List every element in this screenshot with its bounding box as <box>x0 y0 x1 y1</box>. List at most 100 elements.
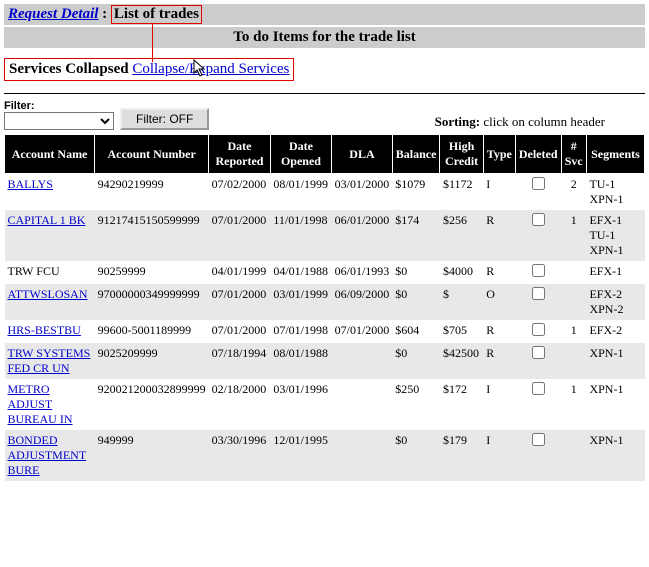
account-name-cell: TRW FCU <box>5 261 95 284</box>
date-reported-cell: 07/02/2000 <box>209 174 271 211</box>
account-name-cell: ATTWSLOSAN <box>5 284 95 320</box>
services-toggle-link[interactable]: Collapse/Expand Services <box>132 61 289 77</box>
filter-label: Filter: <box>4 100 114 112</box>
services-status-label: Services Collapsed <box>9 61 129 77</box>
svc-count-cell <box>561 261 586 284</box>
column-header[interactable]: Type <box>483 135 515 174</box>
deleted-checkbox[interactable] <box>532 346 545 359</box>
column-header[interactable]: Account Number <box>95 135 209 174</box>
segments-cell: TU-1 XPN-1 <box>586 174 644 211</box>
deleted-cell <box>515 284 561 320</box>
breadcrumb-sep: : <box>98 6 111 22</box>
account-name-cell: BONDED ADJUSTMENT BURE <box>5 430 95 481</box>
table-row: HRS-BESTBU99600-500118999907/01/200007/0… <box>5 320 645 343</box>
balance-cell: $250 <box>392 379 440 430</box>
account-link[interactable]: BONDED ADJUSTMENT BURE <box>8 433 87 477</box>
dla-cell: 06/01/1993 <box>332 261 393 284</box>
account-name-cell: TRW SYSTEMS FED CR UN <box>5 343 95 379</box>
table-row: METRO ADJUST BUREAU IN920021200032899999… <box>5 379 645 430</box>
account-link[interactable]: METRO ADJUST BUREAU IN <box>8 382 73 426</box>
sorting-hint: Sorting: click on column header <box>435 114 645 130</box>
table-row: BONDED ADJUSTMENT BURE94999903/30/199612… <box>5 430 645 481</box>
column-header[interactable]: High Credit <box>440 135 483 174</box>
dla-cell: 03/01/2000 <box>332 174 393 211</box>
segments-cell: XPN-1 <box>586 430 644 481</box>
account-number-cell: 9025209999 <box>95 343 209 379</box>
high-credit-cell: $256 <box>440 210 483 261</box>
request-detail-link[interactable]: Request Detail <box>8 6 98 22</box>
high-credit-cell: $ <box>440 284 483 320</box>
segments-cell: EFX-2 <box>586 320 644 343</box>
filter-row: Filter: Filter: OFF Sorting: click on co… <box>4 100 645 130</box>
page-title: List of trades <box>111 5 202 24</box>
high-credit-cell: $705 <box>440 320 483 343</box>
deleted-checkbox[interactable] <box>532 213 545 226</box>
segments-cell: EFX-2 XPN-2 <box>586 284 644 320</box>
svc-count-cell <box>561 343 586 379</box>
date-reported-cell: 07/01/2000 <box>209 210 271 261</box>
high-credit-cell: $179 <box>440 430 483 481</box>
type-cell: R <box>483 343 515 379</box>
account-link[interactable]: HRS-BESTBU <box>8 323 81 337</box>
date-opened-cell: 07/01/1998 <box>270 320 331 343</box>
column-header[interactable]: Balance <box>392 135 440 174</box>
balance-cell: $0 <box>392 343 440 379</box>
high-credit-cell: $4000 <box>440 261 483 284</box>
deleted-checkbox[interactable] <box>532 264 545 277</box>
filter-select[interactable] <box>4 112 114 130</box>
column-header[interactable]: DLA <box>332 135 393 174</box>
dla-cell: 06/09/2000 <box>332 284 393 320</box>
account-name-cell: HRS-BESTBU <box>5 320 95 343</box>
deleted-cell <box>515 379 561 430</box>
deleted-checkbox[interactable] <box>532 382 545 395</box>
svc-count-cell: 2 <box>561 174 586 211</box>
page-subheader: To do Items for the trade list <box>4 27 645 48</box>
filter-toggle-button[interactable]: Filter: OFF <box>120 108 209 130</box>
high-credit-cell: $42500 <box>440 343 483 379</box>
deleted-checkbox[interactable] <box>532 177 545 190</box>
column-header[interactable]: Segments <box>586 135 644 174</box>
deleted-checkbox[interactable] <box>532 433 545 446</box>
account-link[interactable]: ATTWSLOSAN <box>8 287 88 301</box>
column-header[interactable]: # Svc <box>561 135 586 174</box>
table-row: CAPITAL 1 BK9121741515059999907/01/20001… <box>5 210 645 261</box>
deleted-cell <box>515 430 561 481</box>
balance-cell: $0 <box>392 261 440 284</box>
deleted-checkbox[interactable] <box>532 287 545 300</box>
account-link[interactable]: BALLYS <box>8 177 53 191</box>
dla-cell <box>332 430 393 481</box>
date-opened-cell: 12/01/1995 <box>270 430 331 481</box>
table-row: BALLYS9429021999907/02/200008/01/199903/… <box>5 174 645 211</box>
balance-cell: $1079 <box>392 174 440 211</box>
type-cell: I <box>483 379 515 430</box>
deleted-cell <box>515 320 561 343</box>
table-row: ATTWSLOSAN9700000034999999907/01/200003/… <box>5 284 645 320</box>
type-cell: R <box>483 320 515 343</box>
segments-cell: EFX-1 TU-1 XPN-1 <box>586 210 644 261</box>
column-header[interactable]: Date Opened <box>270 135 331 174</box>
type-cell: O <box>483 284 515 320</box>
divider <box>4 93 645 94</box>
column-header[interactable]: Deleted <box>515 135 561 174</box>
segments-cell: XPN-1 <box>586 343 644 379</box>
svc-count-cell <box>561 284 586 320</box>
date-opened-cell: 11/01/1998 <box>270 210 331 261</box>
account-link[interactable]: CAPITAL 1 BK <box>8 213 86 227</box>
date-opened-cell: 08/01/1988 <box>270 343 331 379</box>
account-name-cell: BALLYS <box>5 174 95 211</box>
services-panel: Services Collapsed Collapse/Expand Servi… <box>4 58 294 81</box>
deleted-checkbox[interactable] <box>532 323 545 336</box>
svc-count-cell: 1 <box>561 379 586 430</box>
breadcrumb: Request Detail : List of trades <box>4 4 645 25</box>
balance-cell: $604 <box>392 320 440 343</box>
account-link[interactable]: TRW SYSTEMS FED CR UN <box>8 346 91 375</box>
type-cell: R <box>483 261 515 284</box>
dla-cell: 07/01/2000 <box>332 320 393 343</box>
type-cell: I <box>483 430 515 481</box>
high-credit-cell: $1172 <box>440 174 483 211</box>
dla-cell <box>332 379 393 430</box>
column-header[interactable]: Account Name <box>5 135 95 174</box>
account-number-cell: 97000000349999999 <box>95 284 209 320</box>
svc-count-cell <box>561 430 586 481</box>
column-header[interactable]: Date Reported <box>209 135 271 174</box>
